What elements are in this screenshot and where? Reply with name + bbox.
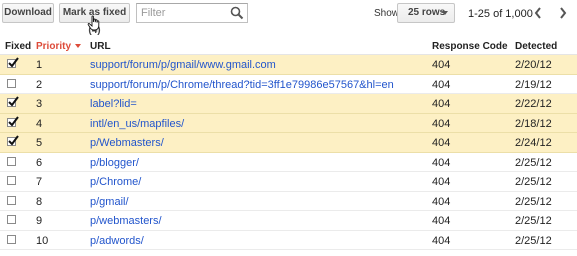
table-row[interactable]: 6 p/blogger/404 2/25/12: [0, 153, 577, 172]
priority-cell: 3: [36, 98, 43, 110]
response-code-cell: 404: [432, 59, 451, 71]
priority-cell: 4: [36, 117, 43, 130]
column-header-detected[interactable]: Detected: [515, 41, 557, 52]
detected-date-cell: 2/24/12: [515, 137, 552, 149]
response-code-cell: 404: [432, 117, 451, 130]
url-link[interactable]: p/webmasters/: [90, 215, 162, 227]
checkmark-icon: [8, 115, 19, 127]
table-row[interactable]: 4 intl/en_us/mapfiles/404 2/18/12: [0, 113, 577, 133]
priority-cell: 2: [36, 78, 43, 91]
filter-input[interactable]: [141, 6, 225, 20]
rows-per-page-select[interactable]: 25 rows: [397, 3, 455, 23]
search-icon[interactable]: [230, 6, 244, 20]
fixed-checkbox[interactable]: [7, 96, 19, 107]
table-row[interactable]: 8 p/gmail/404 2/25/12: [0, 192, 577, 211]
table-row[interactable]: 1 support/forum/p/gmail/www.gmail.com 404 2…: [0, 55, 577, 75]
response-code-cell: 404: [432, 176, 451, 188]
priority-cell: 6: [36, 156, 43, 169]
column-header-response-code[interactable]: Response Code: [432, 41, 508, 52]
response-code-cell: 404: [432, 98, 451, 110]
table-row[interactable]: 9 p/webmasters/404 2/25/12: [0, 211, 577, 231]
url-link[interactable]: label?lid=: [90, 98, 137, 110]
detected-date-cell: 2/25/12: [515, 156, 552, 169]
response-code-cell: 404: [432, 137, 451, 149]
table-row[interactable]: 3 label?lid= 404 2/22/12: [0, 94, 577, 114]
column-header-fixed[interactable]: Fixed: [5, 41, 31, 52]
fixed-checkbox[interactable]: [7, 215, 16, 224]
fixed-checkbox[interactable]: [7, 57, 19, 68]
fixed-checkbox[interactable]: [7, 156, 16, 166]
table-row[interactable]: 10 p/adwords/404 2/25/12: [0, 231, 577, 250]
previous-page-button[interactable]: [528, 3, 550, 23]
chevron-left-icon: [534, 7, 541, 19]
checkmark-icon: [8, 135, 19, 146]
priority-cell: 5: [36, 137, 43, 149]
detected-date-cell: 2/25/12: [515, 215, 552, 227]
url-link[interactable]: p/Webmasters/: [90, 137, 164, 149]
download-button[interactable]: Download: [2, 3, 54, 23]
url-link[interactable]: support/forum/p/gmail/www.gmail.com: [90, 59, 276, 71]
detected-date-cell: 2/25/12: [515, 234, 552, 247]
column-header-priority-label: Priority: [36, 41, 72, 52]
sort-desc-icon: [75, 44, 82, 48]
url-link[interactable]: support/forum/p/Chrome/thread?tid=3ff1e7…: [90, 79, 394, 91]
fixed-checkbox[interactable]: [7, 115, 19, 127]
response-code-cell: 404: [432, 234, 451, 247]
detected-date-cell: 2/19/12: [515, 78, 552, 91]
toolbar: Download Mark as fixed (4) Show 25 rows …: [0, 0, 577, 36]
response-code-cell: 404: [432, 78, 451, 91]
priority-cell: 1: [36, 59, 43, 71]
detected-date-cell: 2/25/12: [515, 195, 552, 208]
detected-date-cell: 2/18/12: [515, 117, 552, 130]
response-code-cell: 404: [432, 195, 451, 208]
column-header-priority[interactable]: Priority: [36, 41, 82, 52]
table-row[interactable]: 7 p/Chrome/404 2/25/12: [0, 172, 577, 192]
chevron-right-icon: [560, 7, 567, 19]
next-page-button[interactable]: [553, 3, 575, 23]
fixed-checkbox[interactable]: [7, 176, 16, 185]
table-row[interactable]: 2 support/forum/p/Chrome/thread?tid=3ff1e…: [0, 75, 577, 94]
detected-date-cell: 2/25/12: [515, 176, 552, 188]
detected-date-cell: 2/22/12: [515, 98, 552, 110]
url-link[interactable]: p/adwords/: [90, 235, 144, 247]
response-code-cell: 404: [432, 215, 451, 227]
rows-select-value: 25 rows: [408, 7, 446, 18]
url-link[interactable]: intl/en_us/mapfiles/: [90, 118, 184, 130]
show-label: Show: [374, 8, 400, 19]
table-header: Fixed Priority URL Response Code Detecte…: [0, 34, 577, 55]
fixed-checkbox[interactable]: [7, 135, 19, 146]
detected-date-cell: 2/20/12: [515, 59, 552, 71]
table-body: 1 support/forum/p/gmail/www.gmail.com 404 2…: [0, 55, 577, 250]
url-link[interactable]: p/Chrome/: [90, 176, 141, 188]
priority-cell: 7: [36, 176, 43, 188]
fixed-checkbox[interactable]: [7, 78, 16, 88]
column-header-url[interactable]: URL: [90, 41, 111, 52]
fixed-checkbox[interactable]: [7, 234, 16, 244]
pagination-range: 1-25 of 1,000: [468, 8, 533, 20]
table-row[interactable]: 5 p/Webmasters/404 2/24/12: [0, 133, 577, 153]
response-code-cell: 404: [432, 156, 451, 169]
priority-cell: 9: [36, 215, 43, 227]
chevron-down-icon: [442, 11, 448, 15]
filter-field[interactable]: [136, 3, 248, 23]
url-link[interactable]: p/gmail/: [90, 196, 129, 208]
hand-cursor-icon: [87, 15, 100, 31]
checkmark-icon: [8, 57, 19, 68]
url-link[interactable]: p/blogger/: [90, 157, 139, 169]
priority-cell: 8: [36, 195, 43, 208]
checkmark-icon: [8, 96, 19, 107]
priority-cell: 10: [36, 234, 49, 247]
fixed-checkbox[interactable]: [7, 195, 16, 205]
